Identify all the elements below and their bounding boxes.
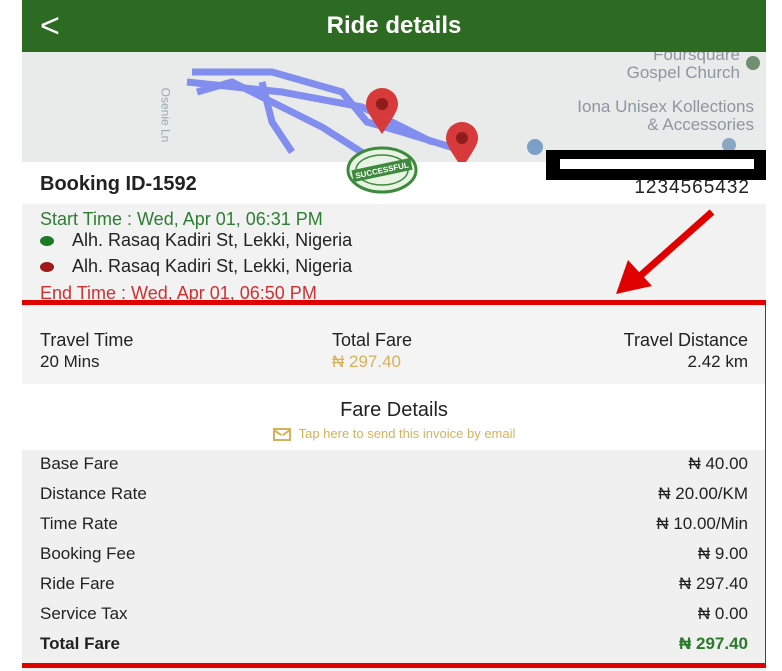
booking-id: Booking ID-1592 <box>40 173 197 195</box>
start-time: Start Time : Wed, Apr 01, 06:31 PM <box>40 209 323 229</box>
dropoff-pin-icon <box>446 122 478 162</box>
pickup-address: Alh. Rasaq Kadiri St, Lekki, Nigeria <box>72 230 353 250</box>
phone-number: 1234565432 <box>634 177 750 198</box>
pickup-dot-icon <box>40 236 54 247</box>
dropoff-address: Alh. Rasaq Kadiri St, Lekki, Nigeria <box>72 256 353 276</box>
pickup-pin-icon <box>366 88 398 134</box>
page-title: Ride details <box>326 12 462 39</box>
ride-details-screen: < Ride details Foursquare Gospel Church … <box>22 0 766 671</box>
successful-stamp-icon: SUCCESSFUL <box>346 146 418 194</box>
app-bar: < Ride details <box>22 0 766 52</box>
pickup-row: Alh. Rasaq Kadiri St, Lekki, Nigeria <box>40 230 352 251</box>
redacted-box <box>546 150 766 180</box>
highlight-box <box>22 300 766 668</box>
dropoff-dot-icon <box>40 262 54 273</box>
dropoff-row: Alh. Rasaq Kadiri St, Lekki, Nigeria <box>40 256 352 277</box>
booking-bar: Booking ID-1592 SUCCESSFUL 1234565432 <box>22 146 766 204</box>
annotation-arrow-icon <box>616 209 715 294</box>
